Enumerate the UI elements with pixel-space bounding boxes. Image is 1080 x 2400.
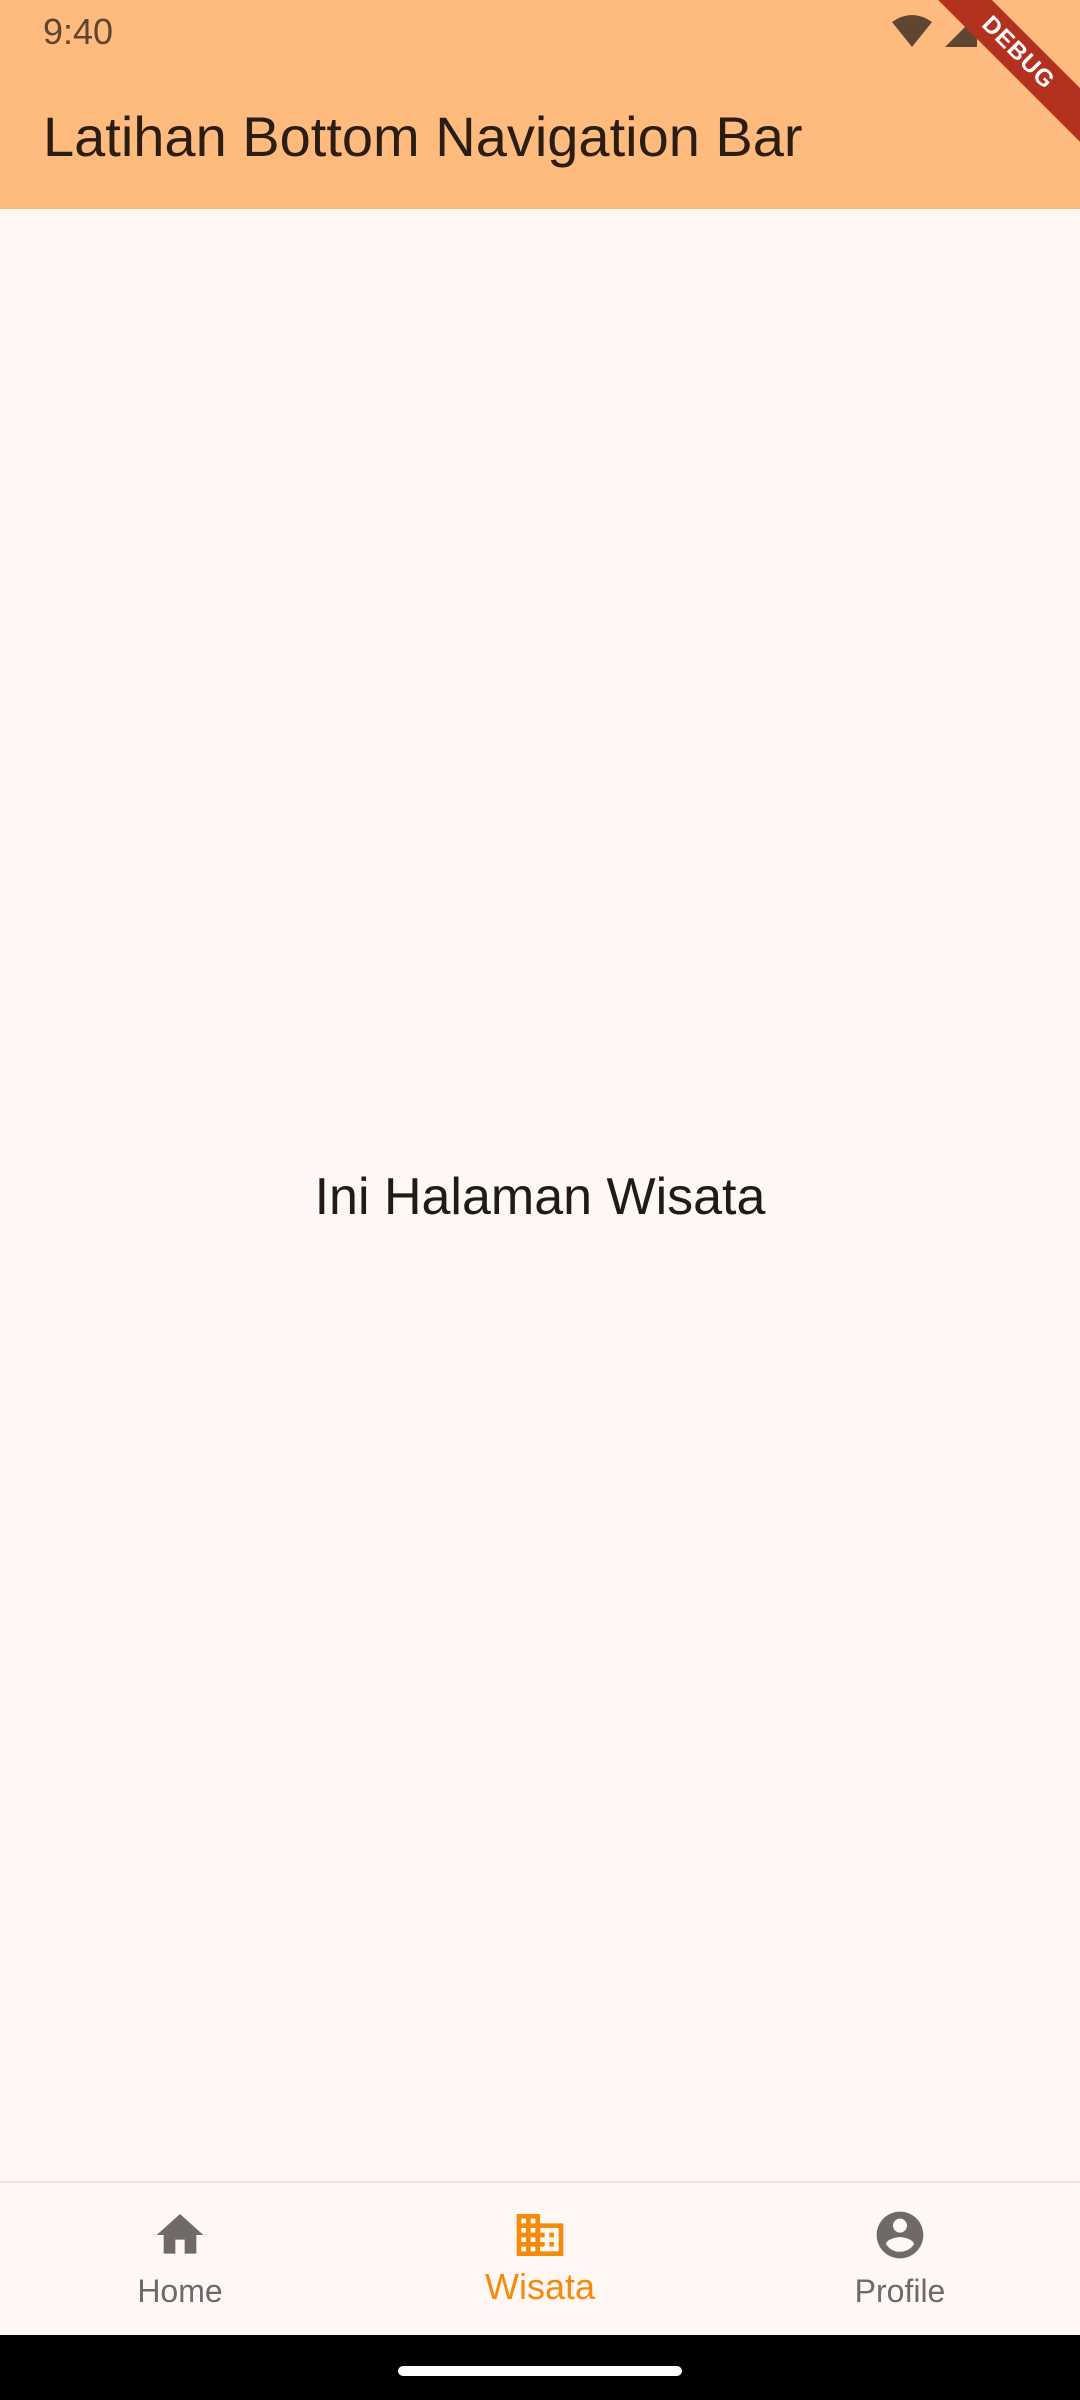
- nav-item-label: Home: [137, 2273, 223, 2309]
- status-time: 9:40: [43, 11, 114, 52]
- nav-item-profile[interactable]: Profile: [720, 2183, 1080, 2337]
- nav-item-wisata[interactable]: Wisata: [360, 2183, 720, 2337]
- page-body: Ini Halaman Wisata: [0, 209, 1080, 2181]
- home-icon: [156, 2214, 204, 2254]
- building-icon: [516, 2214, 564, 2256]
- signal-icon: [945, 15, 977, 47]
- app-bar-title: Latihan Bottom Navigation Bar: [43, 105, 803, 168]
- system-gesture-bar: [0, 2335, 1080, 2400]
- account-circle-icon: [876, 2211, 924, 2259]
- wifi-icon: [892, 15, 932, 47]
- nav-item-label: Profile: [854, 2273, 946, 2309]
- bottom-navigation-bar: Home Wisata Profile: [0, 2181, 1080, 2337]
- gesture-handle[interactable]: [398, 2366, 682, 2376]
- battery-icon: [991, 13, 1009, 48]
- status-bar: 9:40: [0, 0, 1080, 63]
- page-message: Ini Halaman Wisata: [314, 1168, 766, 1226]
- status-icons: [892, 13, 1010, 49]
- nav-item-label: Wisata: [484, 2266, 596, 2307]
- app-bar: Latihan Bottom Navigation Bar: [0, 63, 1080, 209]
- nav-item-home[interactable]: Home: [0, 2183, 360, 2337]
